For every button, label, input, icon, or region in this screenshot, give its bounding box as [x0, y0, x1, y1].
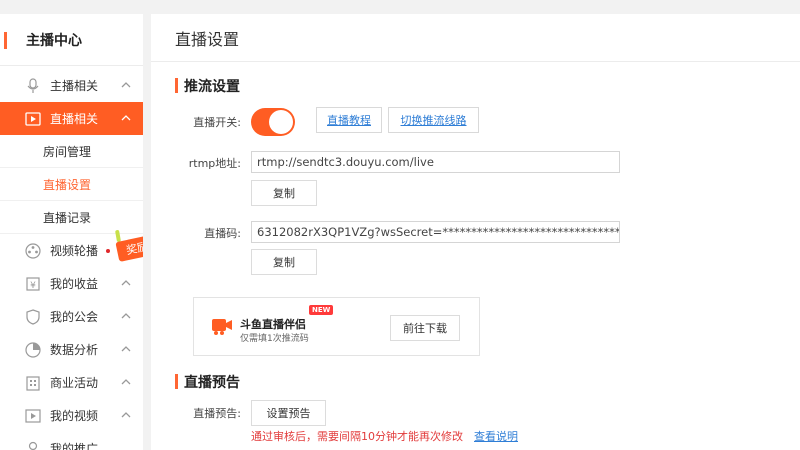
camera-app-icon: [211, 316, 233, 340]
section-title-push: 推流设置: [175, 76, 240, 96]
sidebar-subitem-room-management[interactable]: 房间管理: [0, 135, 143, 168]
sidebar-subitem-live-settings[interactable]: 直播设置: [0, 168, 143, 201]
stream-code-label: 直播码:: [204, 227, 241, 240]
toggle-knob: [269, 110, 293, 134]
sidebar-item-label: 视频轮播: [50, 244, 99, 258]
sidebar-item-label: 数据分析: [50, 343, 99, 357]
chevron-up-icon: [120, 277, 132, 289]
page-title: 直播设置: [151, 14, 800, 62]
preview-warning-text: 通过审核后，需要间隔10分钟才能再次修改: [251, 430, 463, 443]
stream-code-field[interactable]: 6312082rX3QP1VZg?wsSecret=**************…: [251, 221, 620, 243]
view-instructions-link[interactable]: 查看说明: [474, 428, 518, 444]
new-badge: NEW: [309, 305, 334, 315]
person-icon: [24, 440, 42, 450]
sidebar-item-label: 我的推广: [50, 442, 99, 450]
sidebar-item-video-carousel[interactable]: 视频轮播 奖励: [0, 229, 143, 267]
building-icon: [24, 374, 42, 392]
sidebar-subitem-live-records[interactable]: 直播记录: [0, 201, 143, 234]
live-screen-icon: [24, 110, 42, 128]
sidebar-item-my-videos[interactable]: 我的视频: [0, 399, 143, 432]
sidebar-item-label: 我的收益: [50, 277, 99, 291]
main-panel: 直播设置 推流设置 直播开关: 直播教程 切换推流线路 rtmp地址: rtmp…: [151, 14, 800, 450]
companion-app-subtitle: 仅需填1次推流码: [240, 334, 309, 344]
chevron-up-icon: [120, 343, 132, 355]
chevron-up-icon: [120, 112, 132, 124]
set-preview-button[interactable]: 设置预告: [251, 400, 326, 426]
sidebar-item-anchor[interactable]: 主播相关: [0, 69, 143, 102]
tutorial-link[interactable]: 直播教程: [316, 107, 382, 133]
companion-app-title: 斗鱼直播伴侣: [240, 318, 306, 331]
video-icon: [24, 407, 42, 425]
film-reel-icon: [24, 242, 42, 260]
companion-app-card: 斗鱼直播伴侣 NEW 仅需填1次推流码 前往下载: [193, 297, 480, 356]
sidebar-item-data-analysis[interactable]: 数据分析: [0, 333, 143, 366]
pie-chart-icon: [24, 341, 42, 359]
sidebar: 主播中心 主播相关 直播相关 房间管理 直播设置 直播记录 视频轮播 奖励 ¥ …: [0, 14, 143, 450]
switch-line-link[interactable]: 切换推流线路: [388, 107, 479, 133]
sidebar-item-earnings[interactable]: ¥ 我的收益: [0, 267, 143, 300]
chevron-up-icon: [120, 310, 132, 322]
rtmp-label: rtmp地址:: [188, 157, 241, 170]
sidebar-item-label: 我的公会: [50, 310, 99, 324]
chevron-up-icon: [120, 79, 132, 91]
switch-label: 直播开关:: [193, 116, 241, 129]
coin-icon: ¥: [24, 275, 42, 293]
rtmp-address-field[interactable]: rtmp://sendtc3.douyu.com/live: [251, 151, 620, 173]
sidebar-item-label: 我的视频: [50, 409, 99, 423]
copy-rtmp-button[interactable]: 复制: [251, 180, 317, 206]
preview-label: 直播预告:: [193, 407, 241, 420]
live-switch-toggle[interactable]: [251, 108, 295, 136]
notification-dot: [106, 249, 110, 253]
microphone-icon: [24, 77, 42, 95]
chevron-up-icon: [120, 376, 132, 388]
shield-icon: [24, 308, 42, 326]
section-title-preview: 直播预告: [175, 372, 240, 392]
copy-code-button[interactable]: 复制: [251, 249, 317, 275]
chevron-up-icon: [120, 409, 132, 421]
sidebar-item-business[interactable]: 商业活动: [0, 366, 143, 399]
sidebar-item-live[interactable]: 直播相关: [0, 102, 143, 135]
sidebar-item-label: 商业活动: [50, 376, 99, 390]
sidebar-item-label: 直播相关: [50, 112, 99, 126]
sidebar-item-label: 主播相关: [50, 79, 99, 93]
sidebar-item-promotion[interactable]: 我的推广: [0, 432, 143, 450]
sidebar-item-guild[interactable]: 我的公会: [0, 300, 143, 333]
download-button[interactable]: 前往下载: [390, 315, 460, 341]
svg-text:¥: ¥: [30, 281, 36, 291]
sidebar-title: 主播中心: [0, 14, 143, 66]
